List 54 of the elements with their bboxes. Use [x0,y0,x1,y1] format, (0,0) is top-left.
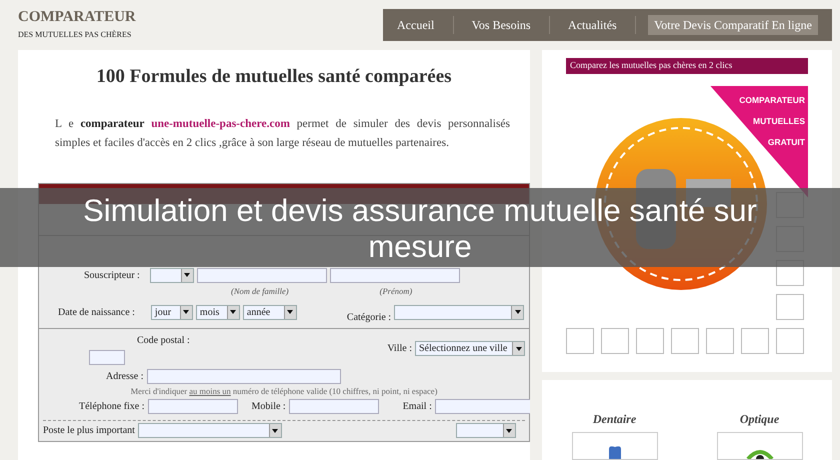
input-field[interactable] [148,399,238,414]
form-label: Ville : [387,342,412,356]
note-text: Merci d'indiquer au moins un numéro de téléphone valide (10 chiffres, ni point, ni espace) [130,384,438,398]
category-dropdown[interactable] [394,304,524,320]
logo-placeholder [741,328,769,354]
category-tile[interactable] [572,432,658,460]
logo-placeholder [706,328,734,354]
nav-link[interactable]: Vos Besoins [466,15,537,35]
logo-placeholder [601,328,629,354]
input-field[interactable] [330,268,460,283]
input-field[interactable] [146,368,340,384]
caption-text: Simulation et devis assurance mutuelle santé sur mesure [0,188,840,267]
form-label: Poste le plus important [43,424,135,438]
input-field[interactable] [434,399,530,414]
category-title: Optique [740,411,780,428]
logo-placeholder [566,328,594,354]
form-label: Adresse : [106,370,144,384]
intro-text: L e comparateur une-mutuelle-pas-chere.com permet de simuler des devis personnalisés simples et faciles d'accès en 2 clics ,grâce à son large réseau de mutuelles partenaires. [55,116,510,151]
priority-dropdown[interactable] [138,423,282,438]
form-label: Téléphone fixe : [79,400,145,414]
option-dropdown[interactable] [456,423,516,438]
input-field[interactable] [196,268,327,283]
day-dropdown[interactable]: jour [150,304,193,320]
site-link[interactable]: une-mutuelle-pas-chere.com [151,118,290,130]
form-label: Date de naissance : [58,306,135,320]
form-label: Email : [402,400,432,414]
hint-text: (Nom de famille) [231,284,289,298]
input-field[interactable] [288,399,379,414]
nav-link[interactable]: Votre Devis Comparatif En ligne [648,15,818,35]
month-dropdown[interactable]: mois [196,304,240,320]
ribbon-text: GRATUIT [768,136,805,148]
year-dropdown[interactable]: année [242,304,297,320]
hint-text: (Prénom) [380,284,412,298]
form-label: Mobile : [252,400,286,414]
input-field[interactable] [89,350,125,365]
form-label: Souscripteur : [84,268,140,283]
category-title: Dentaire [592,411,636,428]
logo-placeholder [636,328,664,354]
logo-placeholder [671,328,699,354]
logo-subtitle: DES MUTUELLES PAS CHÈRES [18,30,132,40]
logo-title[interactable]: COMPARATEUR [18,9,136,26]
nav-link[interactable]: Accueil [391,15,440,35]
city-dropdown[interactable]: Sélectionnez une ville [415,341,525,356]
form-label: Code postal : [137,334,190,348]
nav-link[interactable]: Actualités [562,15,623,35]
page-heading: 100 Formules de mutuelles santé comparées [95,66,453,89]
ad-banner: Comparez les mutuelles pas chères en 2 clics [566,58,808,74]
ribbon-text: MUTUELLES [753,114,805,128]
logo-placeholder [776,328,804,354]
title-dropdown[interactable] [150,268,194,283]
logo-placeholder [776,294,804,320]
form-label: Catégorie : [346,310,392,325]
ribbon-text: COMPARATEUR [739,94,805,106]
category-tile[interactable] [716,432,802,460]
